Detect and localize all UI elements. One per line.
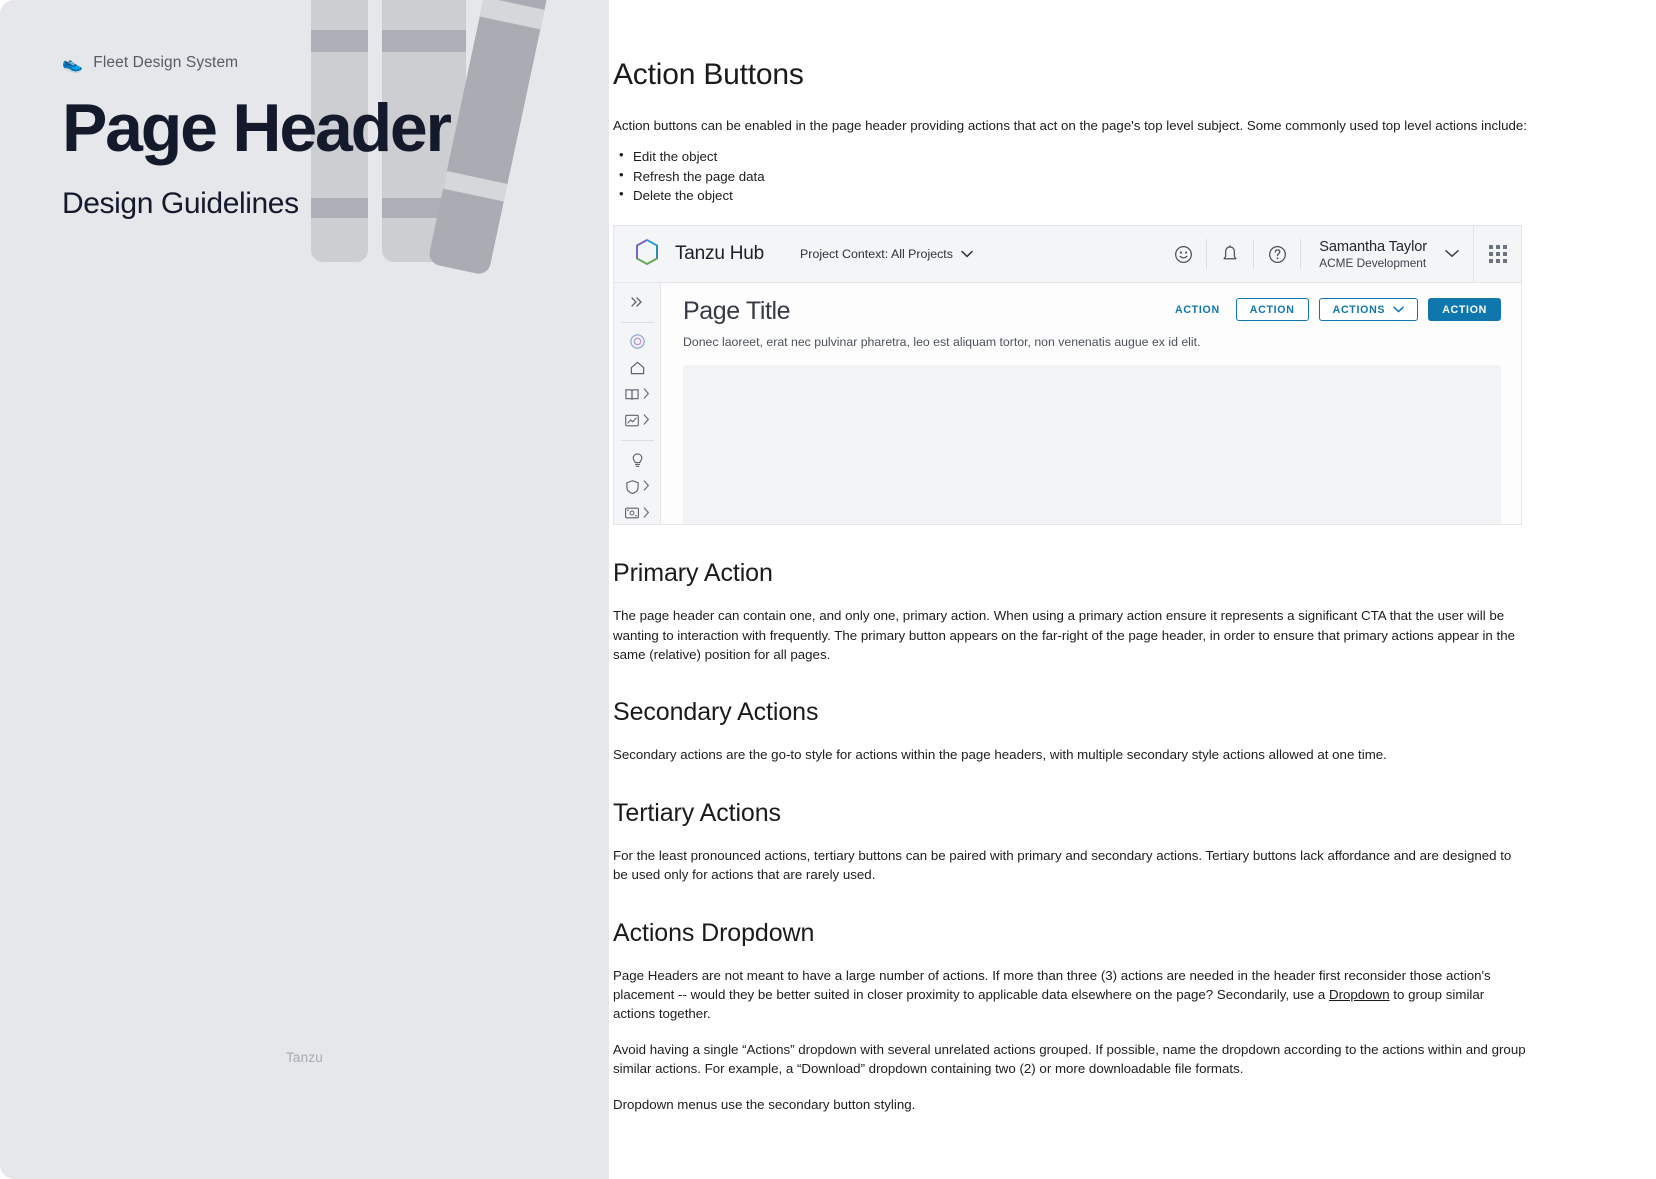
primary-action-button[interactable]: ACTION [1428,298,1501,322]
chevron-down-icon [1393,305,1404,315]
apps-grid-icon[interactable] [1473,226,1521,283]
design-system-eyebrow: 👟 Fleet Design System [62,54,562,72]
sidebar-item-target[interactable] [614,328,661,354]
mock-page-subtitle: Donec laoreet, erat nec pulvinar pharetr… [683,335,1201,350]
smiley-icon[interactable] [1160,238,1206,270]
doc-bullet-list: Edit the object Refresh the page data De… [613,146,1528,205]
project-context-label: Project Context: All Projects [800,247,953,262]
page-subtitle: Design Guidelines [62,187,299,221]
doc-heading-primary-action: Primary Action [613,559,773,588]
doc-body-actions-dropdown-2: Avoid having a single “Actions” dropdown… [613,1041,1526,1077]
user-name: Samantha Taylor [1319,238,1427,255]
actions-dropdown-label: ACTIONS [1332,303,1386,316]
sneaker-icon: 👟 [62,53,84,73]
dropdown-inline-link[interactable]: Dropdown [1329,987,1390,1002]
doc-body-secondary-actions: Secondary actions are the go-to style fo… [613,747,1387,763]
divider [620,440,654,441]
list-item: Delete the object [613,185,1528,205]
doc-body-actions-dropdown-3: Dropdown menus use the secondary button … [613,1096,916,1112]
chevron-right-icon [643,480,650,493]
chevron-right-icon [643,506,650,520]
chevron-right-icon [643,414,650,427]
user-menu[interactable]: Samantha Taylor ACME Development [1301,239,1473,270]
sidebar-item-home[interactable] [614,355,661,381]
sidebar-item-lightbulb[interactable] [614,447,661,473]
doc-heading-actions-dropdown: Actions Dropdown [613,918,815,947]
list-item: Edit the object [613,146,1528,166]
app-topbar-icons [1160,238,1302,270]
sidebar-item-card[interactable] [614,500,661,524]
cover-panel: 👟 Fleet Design System Page Header Design… [0,0,609,1179]
app-brand[interactable]: Tanzu Hub [632,237,764,272]
tertiary-action-button[interactable]: ACTION [1169,298,1226,321]
user-org: ACME Development [1319,255,1427,270]
app-mock-preview: Tanzu Hub Project Context: All Projects [613,225,1522,526]
app-top-navbar: Tanzu Hub Project Context: All Projects [614,226,1521,284]
app-body: Page Title ACTION ACTION ACTIONS ACTION … [614,283,1521,525]
doc-body-actions-dropdown-1: Page Headers are not meant to have a lar… [613,966,1528,1024]
app-brand-name: Tanzu Hub [675,243,765,265]
project-context-selector[interactable]: Project Context: All Projects [800,247,973,261]
app-main-area: Page Title ACTION ACTION ACTIONS ACTION … [661,283,1521,525]
design-system-name: Fleet Design System [93,54,239,71]
bell-icon[interactable] [1207,238,1253,270]
doc-intro-paragraph: Action buttons can be enabled in the pag… [613,118,1527,133]
list-item: Refresh the page data [613,166,1528,186]
doc-heading-secondary-actions: Secondary Actions [613,698,819,727]
sidebar-item-shield[interactable] [614,473,661,499]
secondary-action-button[interactable]: ACTION [1235,298,1309,322]
doc-heading-action-buttons: Action Buttons [613,58,804,91]
tanzu-hexagon-logo [632,237,662,272]
sidebar-item-collapse[interactable] [614,289,661,315]
sidebar-item-book[interactable] [614,381,661,407]
cover-text-block: 👟 Fleet Design System Page Header Design… [62,54,562,221]
doc-body-tertiary-actions: For the least pronounced actions, tertia… [613,847,1512,883]
page-header-actions: ACTION ACTION ACTIONS ACTION [1169,298,1501,326]
page-title: Page Header [62,90,452,166]
sidebar-item-chart[interactable] [614,408,661,434]
doc-heading-tertiary-actions: Tertiary Actions [613,798,781,827]
help-icon[interactable] [1254,238,1300,270]
page-header-row: Page Title ACTION ACTION ACTIONS ACTION [683,297,1501,326]
page-root: 👟 Fleet Design System Page Header Design… [0,0,1656,1179]
content-placeholder [683,365,1501,525]
cover-footer-label: Tanzu [285,1050,324,1065]
divider [620,321,654,323]
chevron-down-icon [961,247,973,261]
app-sidebar-rail [614,283,661,525]
actions-dropdown-button[interactable]: ACTIONS [1318,298,1419,322]
mock-page-title: Page Title [683,297,791,326]
doc-body-primary-action: The page header can contain one, and onl… [613,608,1516,663]
content-panel: Action Buttons Action buttons can be ena… [609,0,1656,1179]
chevron-down-icon [1445,245,1459,263]
chevron-right-icon [643,388,650,401]
